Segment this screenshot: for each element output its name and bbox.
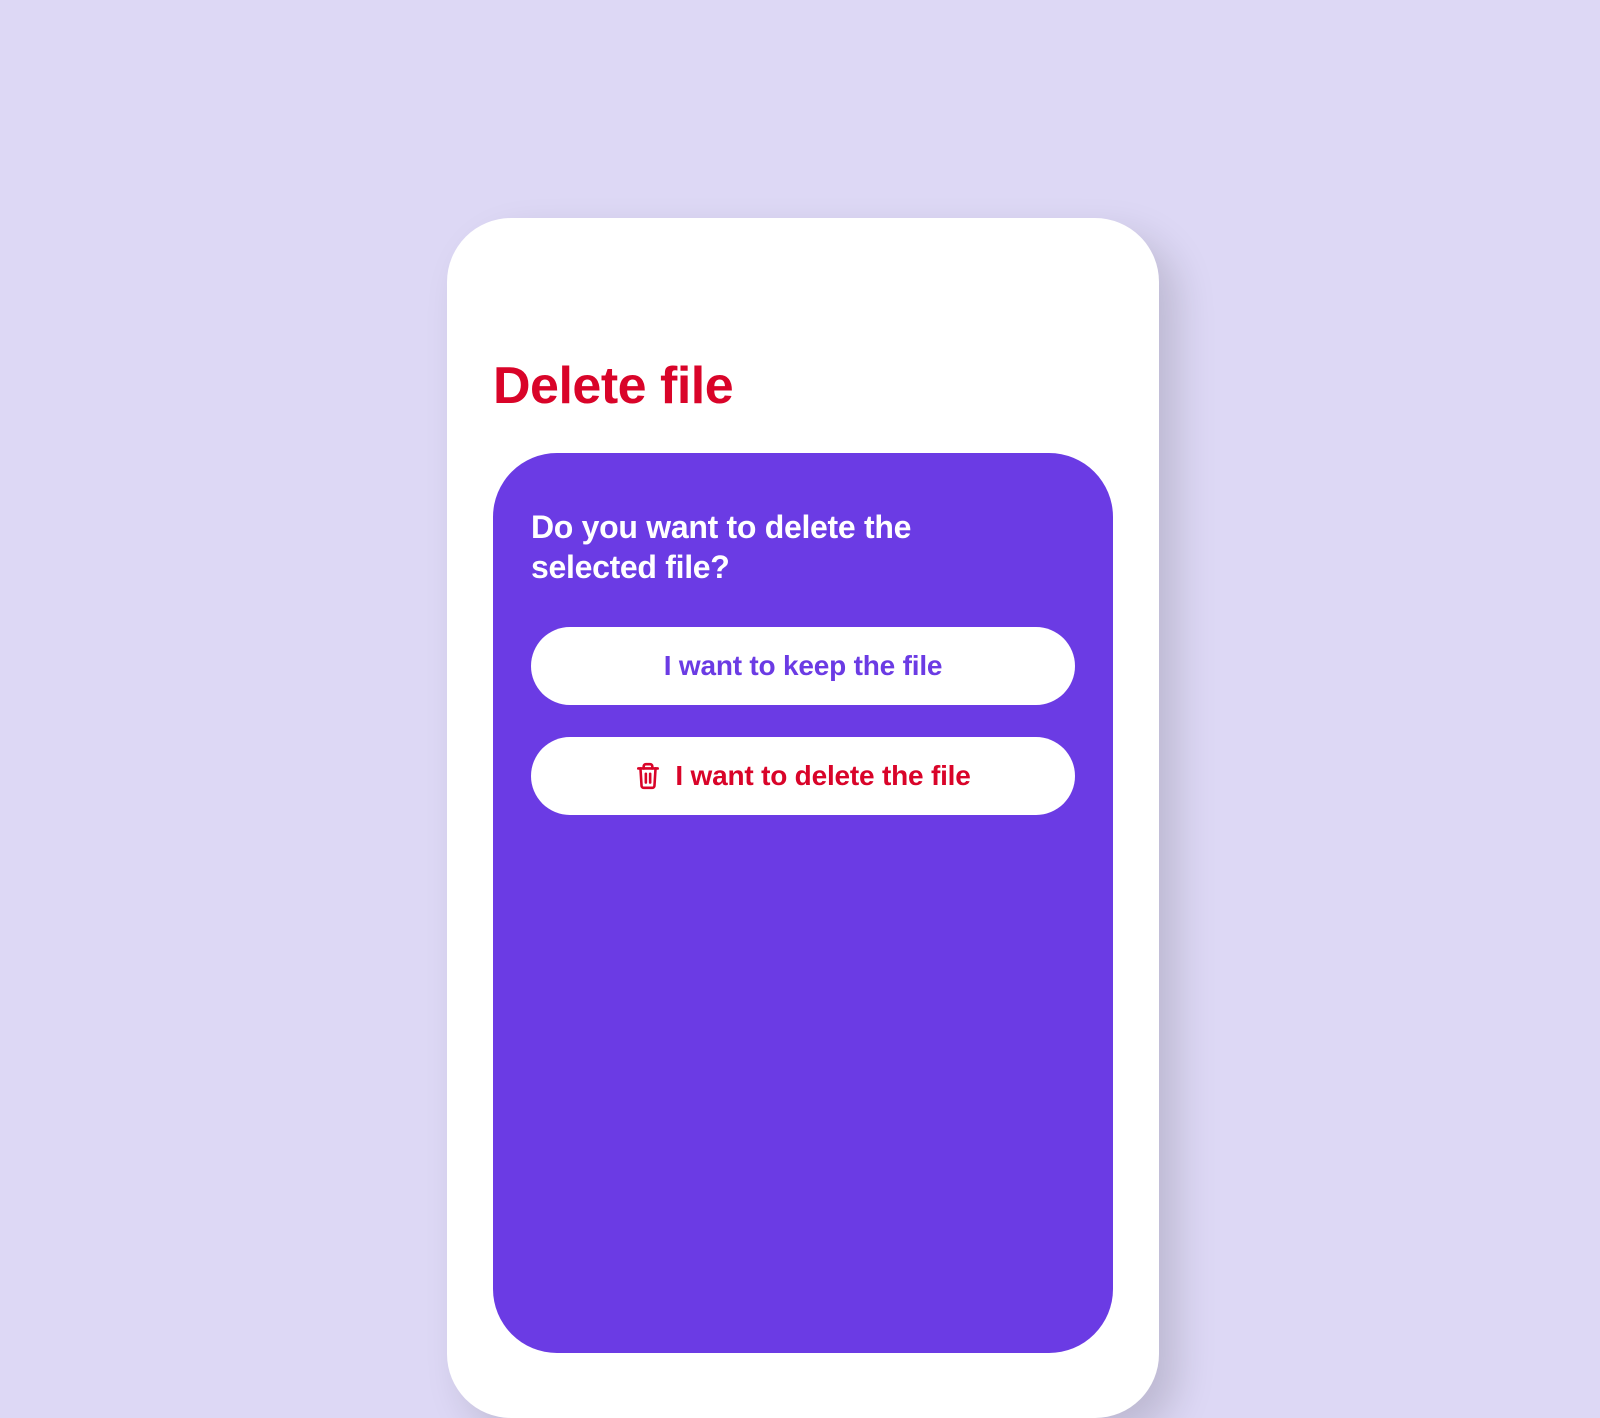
page-title: Delete file [493, 356, 733, 416]
dialog-panel: Do you want to delete the selected file?… [493, 453, 1113, 1353]
phone-card: Delete file Do you want to delete the se… [447, 218, 1159, 1418]
delete-file-button[interactable]: I want to delete the file [531, 737, 1075, 815]
keep-file-label: I want to keep the file [664, 650, 943, 682]
trash-icon [635, 762, 661, 790]
delete-file-label: I want to delete the file [675, 760, 970, 792]
keep-file-button[interactable]: I want to keep the file [531, 627, 1075, 705]
dialog-question: Do you want to delete the selected file? [531, 507, 951, 587]
